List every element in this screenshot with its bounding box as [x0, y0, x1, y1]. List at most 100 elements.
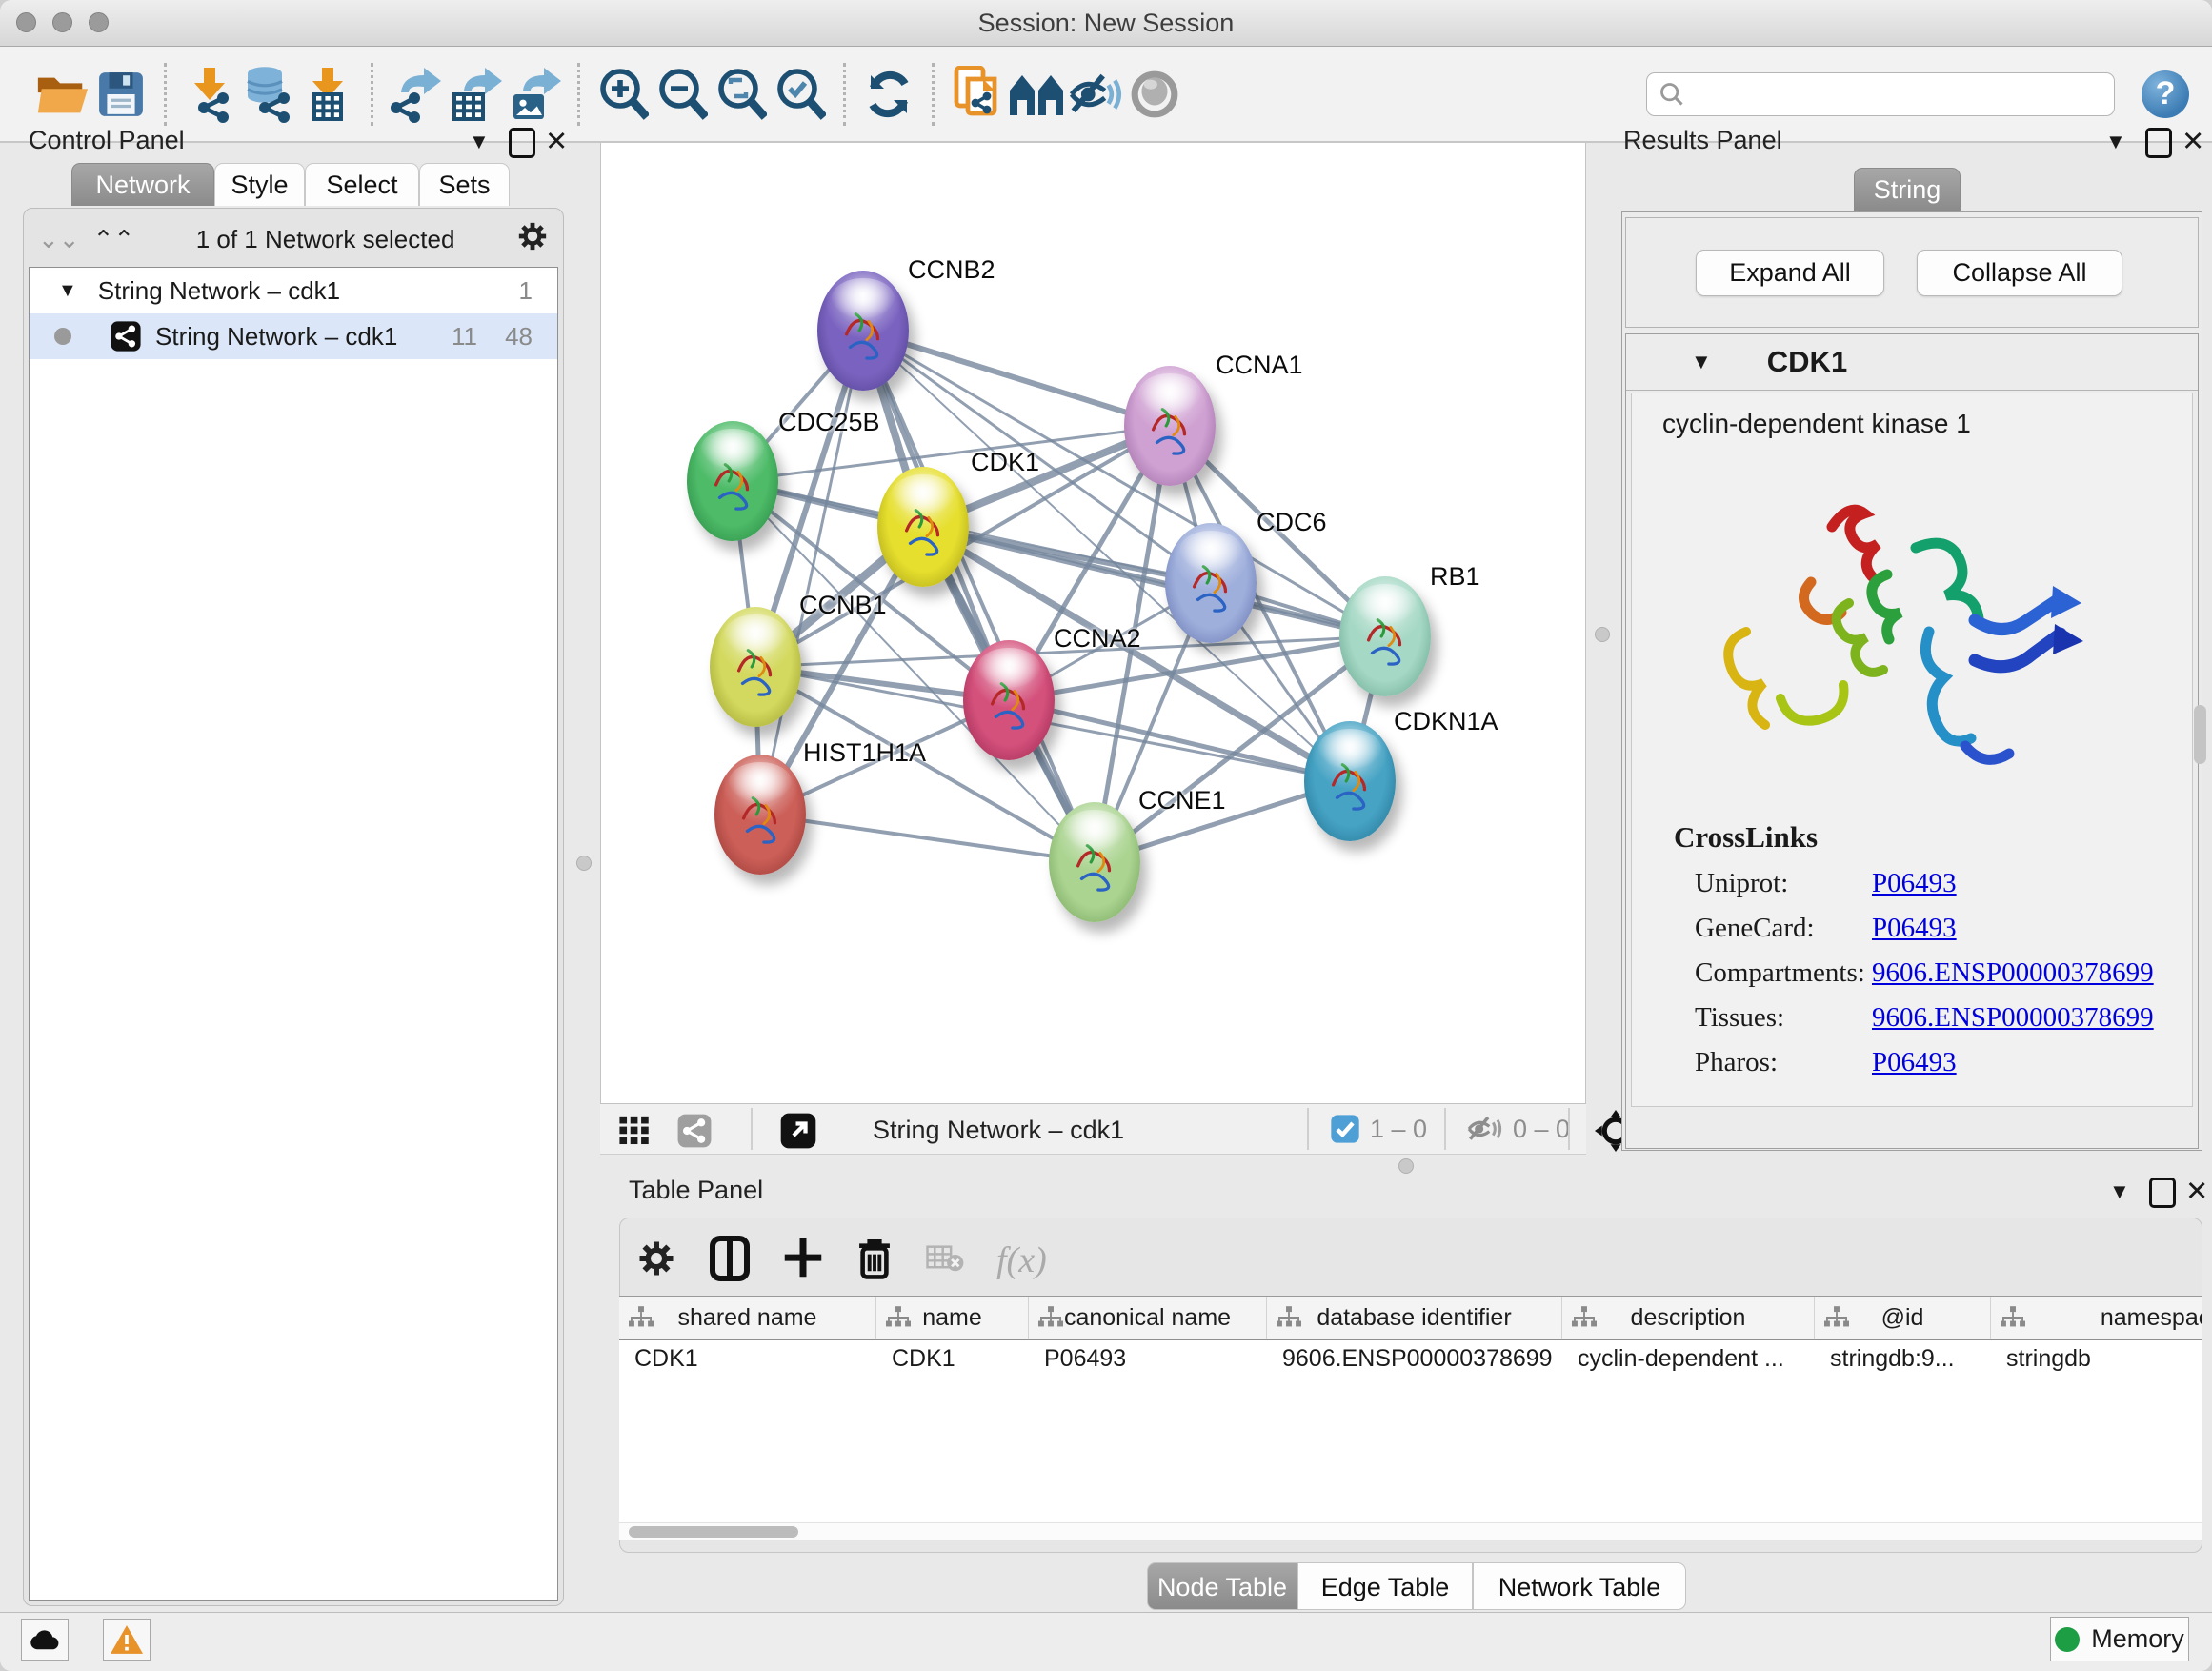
left-splitter-handle[interactable] — [576, 856, 592, 871]
table-panel-float-icon[interactable]: ▼ — [2109, 1179, 2130, 1204]
import-table-button[interactable] — [298, 63, 357, 126]
column-header-shared-name[interactable]: shared name — [619, 1297, 876, 1339]
binoculars-button[interactable] — [1007, 63, 1066, 126]
results-panel-undock-icon[interactable] — [2145, 128, 2172, 158]
hidden-elements-badge: 0 – 0 — [1465, 1104, 1570, 1154]
table-settings-gear-icon[interactable] — [636, 1238, 676, 1283]
column-header-canonical-name[interactable]: canonical name — [1029, 1297, 1267, 1339]
save-session-button[interactable] — [91, 63, 151, 126]
node-CDKN1A[interactable] — [1304, 721, 1396, 841]
right-splitter-handle[interactable] — [1595, 627, 1610, 642]
crosslink-link[interactable]: P06493 — [1872, 868, 1957, 899]
clone-network-button[interactable] — [948, 63, 1007, 126]
network-view-title: String Network – cdk1 — [873, 1116, 1124, 1145]
hide-graphics-details-button[interactable] — [1066, 63, 1125, 126]
node-label-CDK1: CDK1 — [971, 448, 1039, 477]
table-cell[interactable]: stringdb — [1991, 1339, 2202, 1379]
column-header-namespace[interactable]: namespace — [1991, 1297, 2202, 1339]
table-cell[interactable]: cyclin-dependent ... — [1562, 1339, 1815, 1379]
tab-node-table[interactable]: Node Table — [1147, 1562, 1297, 1610]
network-options-gear-icon[interactable] — [516, 220, 549, 259]
birdseye-view-icon[interactable] — [779, 1112, 817, 1155]
grid-view-icon[interactable] — [617, 1114, 652, 1151]
cloud-status-button[interactable] — [21, 1619, 69, 1661]
crosslink-label: GeneCard: — [1695, 913, 1815, 944]
network-collection-row[interactable]: ▼ String Network – cdk1 1 — [30, 268, 557, 313]
zoom-selected-button[interactable] — [771, 63, 830, 126]
results-panel-float-icon[interactable]: ▼ — [2105, 130, 2126, 154]
node-CCNB1[interactable] — [710, 607, 801, 727]
tab-string[interactable]: String — [1854, 168, 1961, 211]
zoom-in-button[interactable] — [593, 63, 653, 126]
crosslink-link[interactable]: 9606.ENSP00000378699 — [1872, 1002, 2154, 1034]
tab-style[interactable]: Style — [214, 163, 305, 206]
network-row-selected[interactable]: String Network – cdk1 11 48 — [30, 313, 557, 359]
export-table-button[interactable] — [446, 63, 505, 126]
column-header--id[interactable]: @id — [1815, 1297, 1991, 1339]
table-cell[interactable]: 9606.ENSP00000378699 — [1267, 1339, 1562, 1379]
table-panel-close-icon[interactable]: ✕ — [2185, 1175, 2208, 1208]
tab-network-table[interactable]: Network Table — [1473, 1562, 1686, 1610]
table-cell[interactable]: CDK1 — [619, 1339, 876, 1379]
network-canvas[interactable]: CCNB2CCNA1CDC25BCDK1CDC6RB1CCNB1CCNA2CDK… — [600, 143, 1586, 1103]
node-CDC25B[interactable] — [687, 421, 778, 541]
show-graphics-details-button[interactable] — [1125, 63, 1184, 126]
memory-button[interactable]: Memory — [2050, 1617, 2189, 1661]
tab-select[interactable]: Select — [305, 163, 419, 206]
node-CCNA2[interactable] — [963, 640, 1055, 760]
zoom-check-icon — [774, 68, 826, 121]
node-CDK1[interactable] — [877, 467, 969, 587]
tab-sets[interactable]: Sets — [419, 163, 510, 206]
column-header-description[interactable]: description — [1562, 1297, 1815, 1339]
node-CDC6[interactable] — [1165, 523, 1257, 643]
node-HIST1H1A[interactable] — [714, 755, 806, 875]
control-panel-float-icon[interactable]: ▼ — [469, 130, 490, 154]
warnings-button[interactable] — [103, 1619, 151, 1661]
zoom-out-button[interactable] — [653, 63, 712, 126]
open-session-button[interactable] — [32, 63, 91, 126]
tab-network[interactable]: Network — [71, 163, 214, 206]
network-share-view-icon[interactable] — [676, 1113, 713, 1154]
column-header-name[interactable]: name — [876, 1297, 1029, 1339]
collection-expander-icon[interactable]: ▼ — [58, 280, 77, 302]
table-hscrollbar[interactable] — [619, 1522, 2202, 1540]
section-expander-icon[interactable]: ▼ — [1691, 350, 1712, 374]
table-hscrollbar-thumb[interactable] — [629, 1526, 798, 1538]
tab-edge-table[interactable]: Edge Table — [1297, 1562, 1473, 1610]
crosslink-link[interactable]: P06493 — [1872, 913, 1957, 944]
import-network-database-button[interactable] — [239, 63, 298, 126]
add-column-icon[interactable] — [783, 1237, 823, 1285]
node-CCNA1[interactable] — [1124, 366, 1216, 486]
collapse-all-button[interactable]: Collapse All — [1917, 250, 2122, 296]
table-cell[interactable]: CDK1 — [876, 1339, 1029, 1379]
search-input[interactable] — [1685, 79, 2102, 109]
node-CCNB2[interactable] — [817, 271, 909, 391]
import-network-file-button[interactable] — [180, 63, 239, 126]
show-columns-icon[interactable] — [709, 1236, 751, 1286]
node-RB1[interactable] — [1339, 576, 1431, 696]
crosslink-link[interactable]: P06493 — [1872, 1047, 1957, 1078]
collapse-all-chevron-icon[interactable]: ⌄⌄ — [38, 225, 80, 254]
crosslink-link[interactable]: 9606.ENSP00000378699 — [1872, 957, 2154, 989]
control-panel-undock-icon[interactable] — [509, 128, 535, 158]
table-panel-undock-icon[interactable] — [2149, 1178, 2176, 1208]
table-cell[interactable]: stringdb:9... — [1815, 1339, 1991, 1379]
expand-all-chevron-icon[interactable]: ⌃⌃ — [93, 225, 135, 254]
export-network-button[interactable] — [387, 63, 446, 126]
delete-table-icon[interactable] — [926, 1242, 964, 1279]
column-header-database-identifier[interactable]: database identifier — [1267, 1297, 1562, 1339]
export-image-button[interactable] — [505, 63, 564, 126]
expand-all-button[interactable]: Expand All — [1696, 250, 1884, 296]
node-CCNE1[interactable] — [1049, 802, 1140, 922]
protein-section-header[interactable]: ▼ CDK1 — [1626, 334, 2198, 391]
control-panel-close-icon[interactable]: ✕ — [545, 125, 568, 158]
help-button[interactable]: ? — [2142, 70, 2189, 118]
results-panel-close-icon[interactable]: ✕ — [2182, 125, 2204, 158]
zoom-fit-button[interactable] — [712, 63, 771, 126]
table-cell[interactable]: P06493 — [1029, 1339, 1267, 1379]
results-scrollbar-thumb[interactable] — [2194, 705, 2206, 764]
delete-column-trash-icon[interactable] — [855, 1237, 894, 1285]
horizontal-splitter-handle[interactable] — [1398, 1158, 1414, 1174]
refresh-button[interactable] — [859, 63, 918, 126]
apply-function-button[interactable]: f(x) — [996, 1239, 1047, 1281]
